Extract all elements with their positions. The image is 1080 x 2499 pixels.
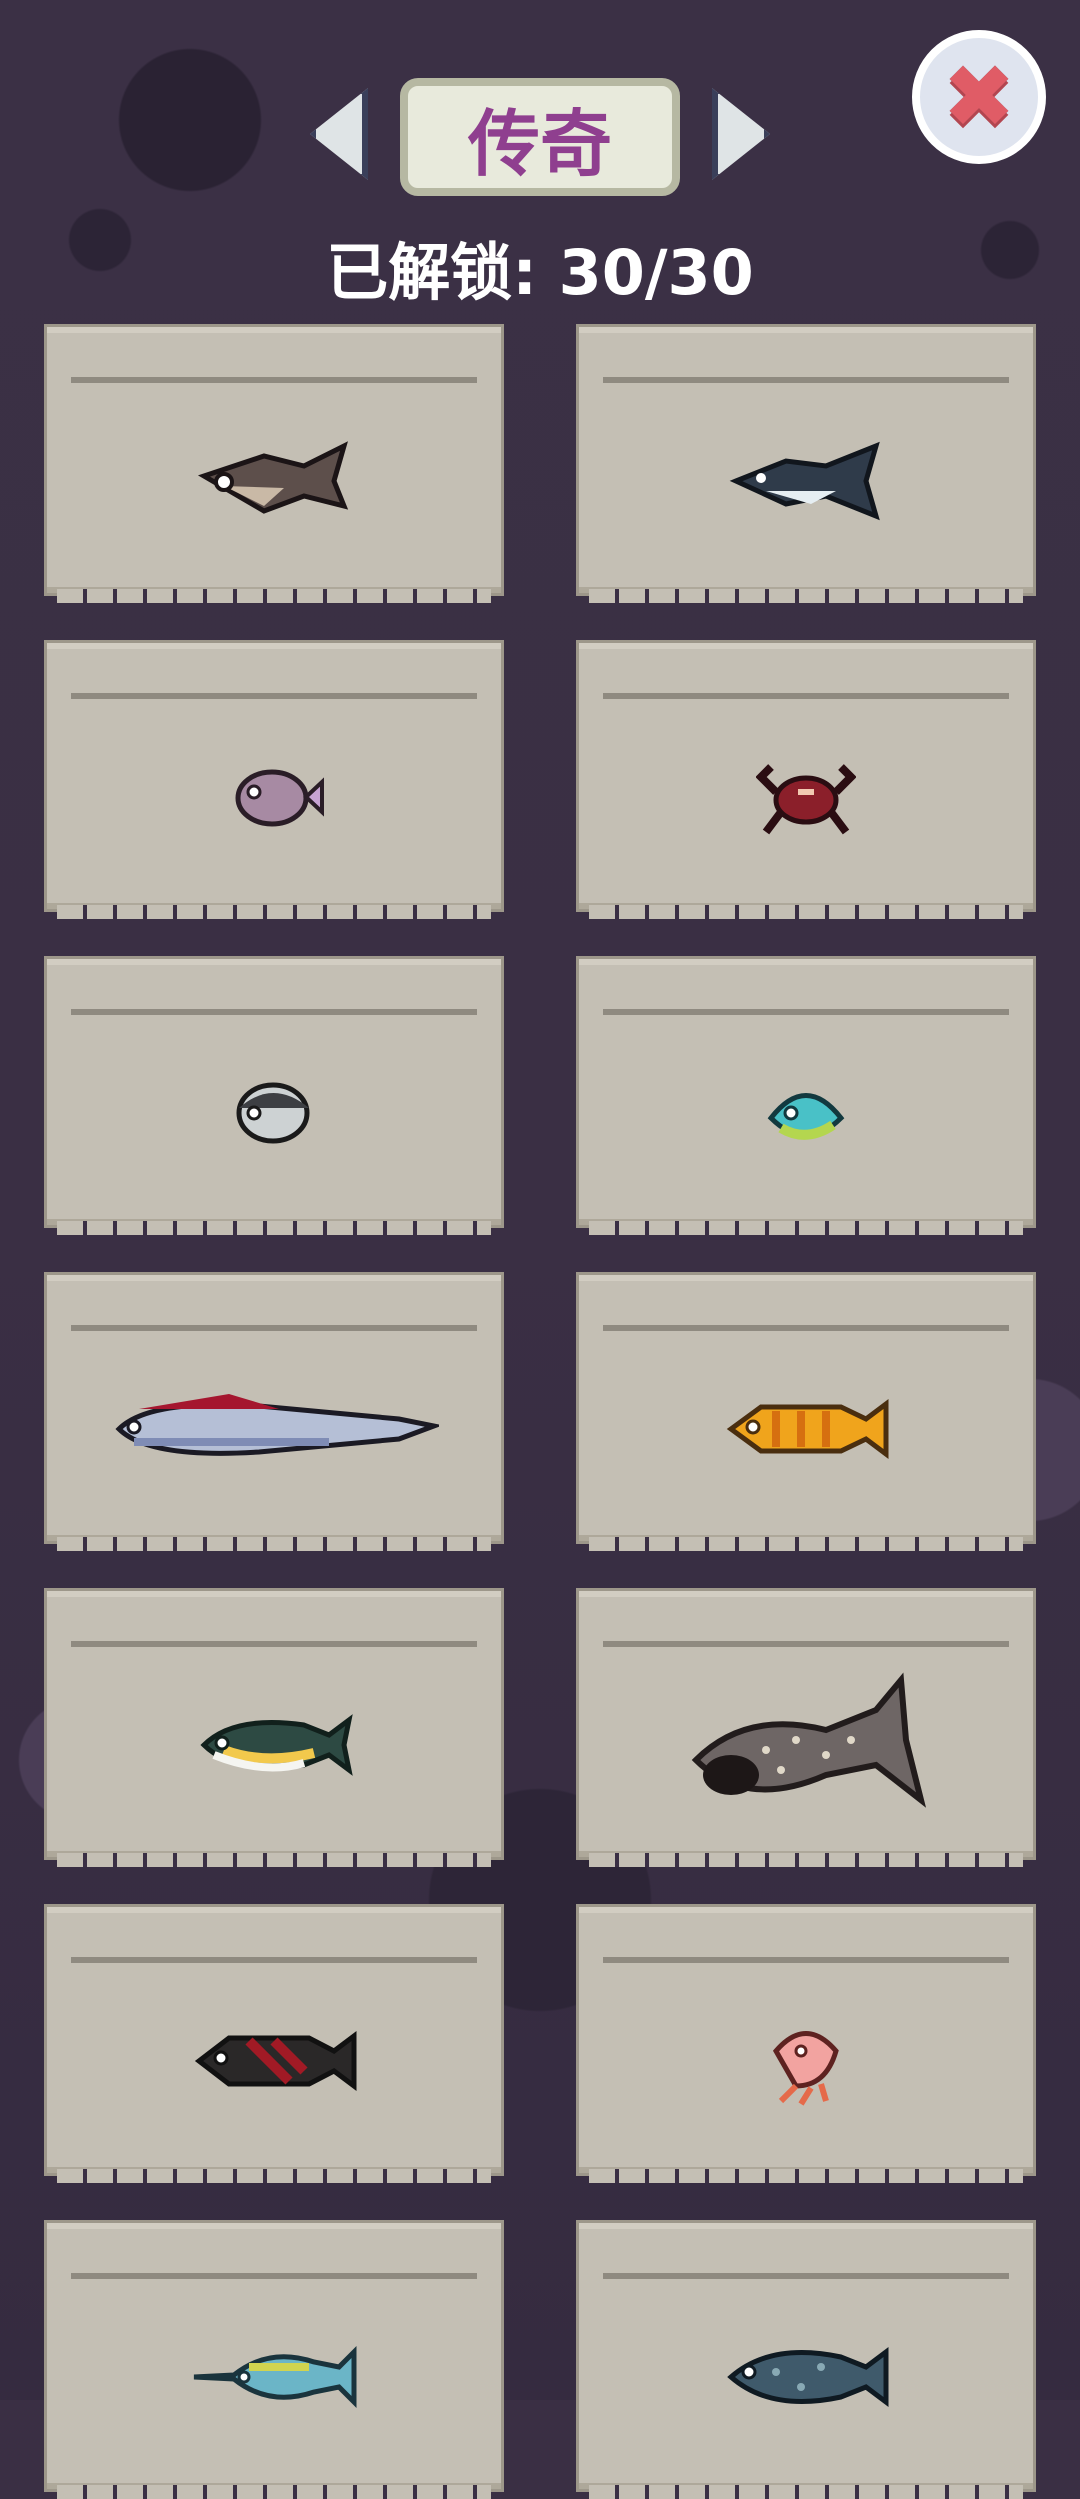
teal-fish-icon <box>761 1073 851 1153</box>
fish-card[interactable] <box>576 2220 1036 2499</box>
black-koi-icon <box>189 2016 359 2106</box>
swordfish-icon <box>189 2337 359 2417</box>
fish-card[interactable] <box>576 640 1036 919</box>
close-button[interactable]: ✖ <box>912 30 1046 164</box>
coelacanth-icon <box>721 2332 891 2422</box>
yellowtail-icon <box>194 1705 354 1785</box>
fish-card[interactable] <box>576 1272 1036 1551</box>
fish-card[interactable] <box>44 956 504 1235</box>
unlock-count: 已解锁: 30/30 <box>326 236 754 309</box>
fish-grid <box>44 324 1036 2499</box>
white-blowfish-icon <box>229 1073 319 1153</box>
close-icon: ✖ <box>942 45 1016 148</box>
purple-pufferfish-icon <box>224 752 324 842</box>
whale-shark-icon <box>686 1670 926 1820</box>
fish-card[interactable] <box>44 640 504 919</box>
fish-card[interactable] <box>44 1272 504 1551</box>
oarfish-icon <box>109 1384 439 1474</box>
category-title: 传奇 <box>400 78 680 196</box>
pink-shrimp-icon <box>756 2016 856 2106</box>
fish-card[interactable] <box>576 324 1036 603</box>
shark-icon <box>726 436 886 526</box>
red-crab-icon <box>756 752 856 842</box>
fish-card[interactable] <box>576 956 1036 1235</box>
fish-card[interactable] <box>44 324 504 603</box>
fish-card[interactable] <box>44 1904 504 2183</box>
fish-card[interactable] <box>44 1588 504 1867</box>
fish-card[interactable] <box>576 1588 1036 1867</box>
fish-card[interactable] <box>576 1904 1036 2183</box>
hammerhead-shark-icon <box>194 436 354 526</box>
fish-card[interactable] <box>44 2220 504 2499</box>
orange-koi-icon <box>721 1389 891 1469</box>
